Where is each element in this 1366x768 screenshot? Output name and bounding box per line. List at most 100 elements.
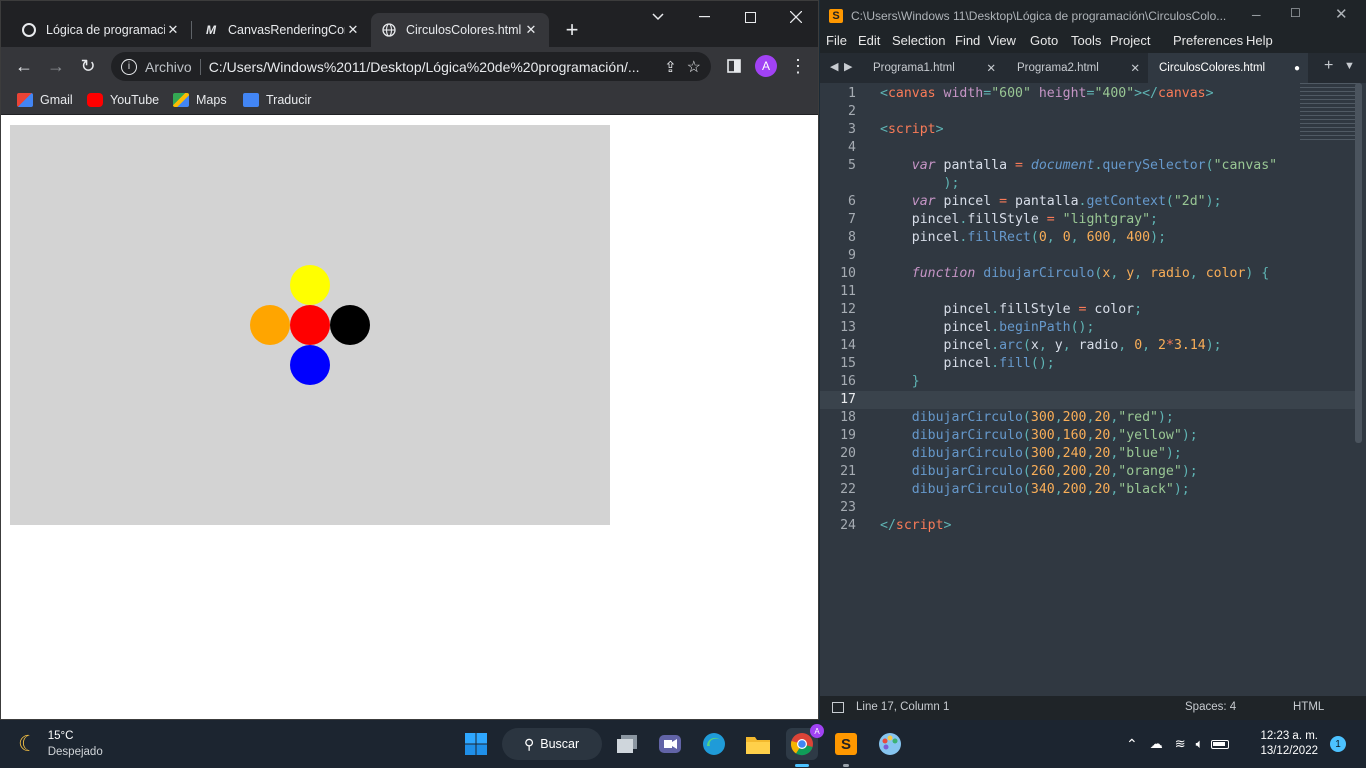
minimize-icon[interactable]: ─ (1252, 8, 1261, 22)
tab-right-arrow-icon[interactable]: ▶ (844, 60, 852, 73)
maximize-icon[interactable] (727, 1, 773, 33)
clock[interactable]: 12:23 a. m. 13/12/2022 (1258, 729, 1318, 759)
editor-title: C:\Users\Windows 11\Desktop\Lógica de pr… (851, 8, 1227, 23)
line-number: 15 (840, 356, 856, 371)
more-menu-icon[interactable]: ⋮ (785, 53, 811, 79)
new-tab-icon[interactable]: + (559, 17, 585, 43)
line-number: 3 (848, 122, 856, 137)
search-button[interactable]: ⚲ Buscar (502, 728, 602, 760)
menu-item-goto[interactable]: Goto (1030, 33, 1058, 48)
page-viewport (1, 116, 818, 719)
tab-left-arrow-icon[interactable]: ◀ (830, 60, 838, 73)
running-app-indicator (843, 764, 849, 767)
browser-tab-active[interactable]: CirculosColores.html ✕ (371, 13, 549, 47)
url-text[interactable]: C:/Users/Windows%2011/Desktop/Lógica%20d… (209, 59, 654, 75)
cloud-alert-icon[interactable]: ☁ (1150, 736, 1163, 752)
code-line: pincel.beginPath(); (880, 320, 1095, 335)
star-bookmark-icon[interactable]: ☆ (687, 57, 701, 77)
editor-tab[interactable]: Programa1.html ✕ (862, 53, 1002, 83)
info-icon[interactable]: i (121, 58, 137, 75)
new-tab-icon[interactable]: + (1324, 57, 1333, 75)
start-button[interactable] (460, 728, 492, 760)
menu-item-help[interactable]: Help (1246, 33, 1273, 48)
close-tab-icon[interactable]: ✕ (165, 22, 181, 38)
youtube-icon (87, 93, 103, 107)
sublime-text-icon[interactable]: S (830, 728, 862, 760)
minimap[interactable] (1300, 83, 1360, 143)
file-explorer-icon[interactable] (742, 728, 774, 760)
line-number: 6 (848, 194, 856, 209)
minimize-icon[interactable] (681, 1, 727, 33)
paint-icon[interactable] (874, 728, 906, 760)
teams-chat-icon[interactable] (654, 728, 686, 760)
browser-window: Lógica de programaci ✕ M CanvasRendering… (0, 0, 819, 720)
wifi-icon[interactable]: ≋ (1175, 736, 1186, 752)
code-line: pincel.fillStyle = "lightgray"; (880, 212, 1158, 227)
battery-icon[interactable] (1211, 739, 1230, 749)
sublime-logo-icon: S (829, 8, 843, 23)
tab-list-chevron-icon[interactable]: ▼ (1344, 60, 1355, 72)
close-tab-icon[interactable]: ✕ (986, 61, 996, 75)
chevron-up-icon[interactable]: ⌃ (1126, 736, 1138, 753)
bookmarks-bar: Gmail YouTube Maps Traducir (1, 85, 818, 115)
gmail-icon (17, 93, 33, 107)
editor-tab-label: Programa1.html (873, 62, 955, 74)
line-number: 12 (840, 302, 856, 317)
maximize-icon[interactable]: ☐ (1290, 6, 1301, 20)
close-window-icon[interactable]: ✕ (1335, 5, 1348, 23)
vertical-scrollbar[interactable] (1355, 83, 1362, 443)
panel-toggle-icon[interactable] (832, 702, 844, 713)
browser-toolbar: ← → ↻ i Archivo C:/Users/Windows%2011/De… (1, 47, 818, 85)
syntax-setting[interactable]: HTML (1293, 701, 1324, 713)
side-panel-icon[interactable] (721, 53, 747, 79)
mdn-favicon-icon: M (206, 23, 216, 37)
forward-arrow-icon[interactable]: → (43, 53, 69, 79)
back-arrow-icon[interactable]: ← (11, 53, 37, 79)
notification-badge[interactable]: 1 (1330, 736, 1346, 752)
share-icon[interactable]: ⇪ (664, 58, 677, 76)
line-number: 17 (840, 392, 856, 407)
bookmark-gmail[interactable]: Gmail (17, 90, 73, 110)
close-tab-icon[interactable]: ✕ (523, 22, 539, 38)
address-bar[interactable]: i Archivo C:/Users/Windows%2011/Desktop/… (111, 52, 711, 81)
volume-icon[interactable]: 🔈︎ (1196, 736, 1204, 752)
profile-avatar[interactable]: A (753, 53, 779, 79)
browser-tab[interactable]: Lógica de programaci ✕ (11, 13, 191, 47)
circle-yellow (290, 265, 330, 305)
line-number (820, 175, 856, 193)
menu-item-edit[interactable]: Edit (858, 33, 880, 48)
close-tab-icon[interactable]: ✕ (345, 22, 361, 38)
menu-item-view[interactable]: View (988, 33, 1016, 48)
editor-tab[interactable]: Programa2.html ✕ (1006, 53, 1146, 83)
code-line: <script> (880, 122, 944, 137)
reload-icon[interactable]: ↻ (75, 53, 101, 79)
bookmark-maps[interactable]: Maps (173, 90, 227, 110)
editor-tab-active[interactable]: CirculosColores.html ● (1148, 53, 1308, 83)
line-number: 11 (840, 284, 856, 299)
menu-item-preferences[interactable]: Preferences (1173, 33, 1243, 48)
circle-black (330, 305, 370, 345)
code-line: var pincel = pantalla.getContext("2d"); (911, 194, 1222, 209)
menu-item-file[interactable]: File (826, 33, 847, 48)
browser-tab[interactable]: M CanvasRenderingCont ✕ (193, 13, 371, 47)
unsaved-dot-icon[interactable]: ● (1294, 63, 1300, 74)
menu-item-tools[interactable]: Tools (1071, 33, 1101, 48)
menu-item-project[interactable]: Project (1110, 33, 1150, 48)
task-view-icon[interactable] (611, 728, 643, 760)
menu-item-find[interactable]: Find (955, 33, 980, 48)
code-area[interactable]: 1 2 3 4 5 6 7 8 9 10 11 12 13 14 15 16 17 18 19 20 21 22 23 24 … (820, 83, 1355, 695)
bookmark-youtube[interactable]: YouTube (87, 90, 159, 110)
weather-widget[interactable]: ☾ 15°C Despejado (18, 728, 103, 760)
indentation-setting[interactable]: Spaces: 4 (1185, 701, 1236, 713)
edge-icon[interactable] (698, 728, 730, 760)
chrome-icon[interactable]: A (786, 724, 824, 760)
editor-title-bar: S C:\Users\Windows 11\Desktop\Lógica de … (820, 0, 1366, 31)
close-window-icon[interactable] (773, 1, 818, 33)
tab-search-chevron-icon[interactable] (635, 1, 681, 33)
menu-item-selection[interactable]: Selection (892, 33, 945, 48)
code-line: dibujarCirculo(300,200,20,"red"); (911, 410, 1174, 425)
line-number: 1 (848, 86, 856, 101)
editor-menu-bar: File Edit Selection Find View Goto Tools Projec… (820, 31, 1366, 53)
close-tab-icon[interactable]: ✕ (1130, 61, 1140, 75)
bookmark-traducir[interactable]: Traducir (243, 90, 311, 110)
